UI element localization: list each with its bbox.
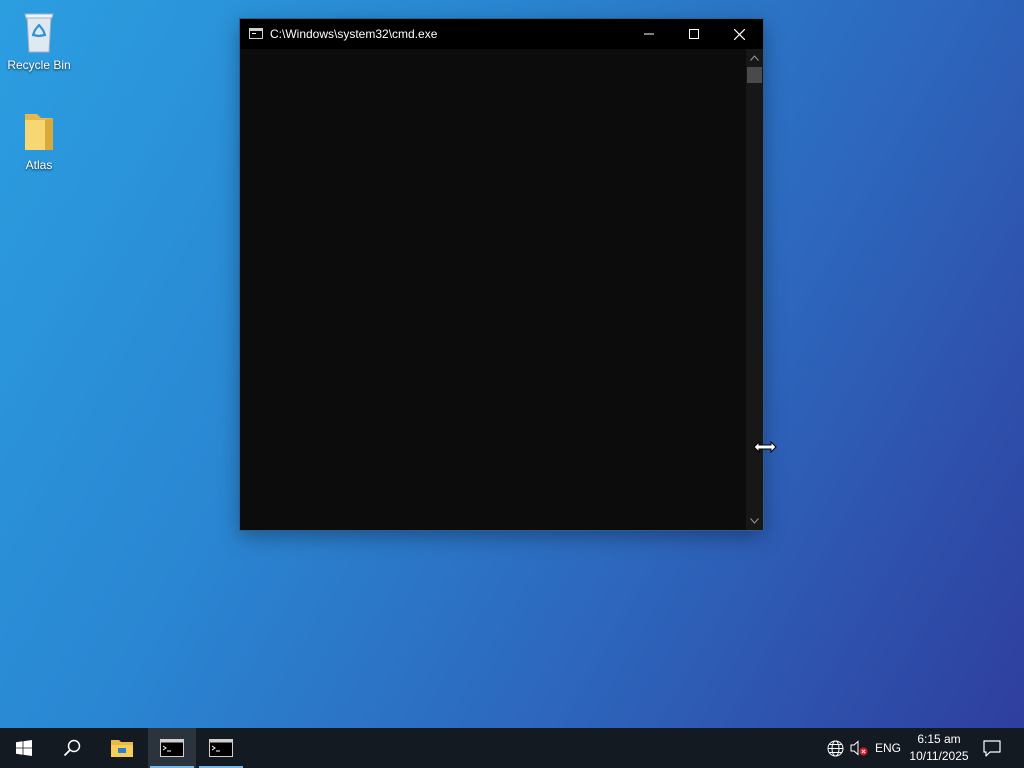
console-icon (160, 739, 184, 757)
window-title: C:\Windows\system32\cmd.exe (270, 27, 438, 41)
file-explorer-button[interactable] (98, 728, 146, 768)
close-button[interactable] (716, 19, 762, 49)
close-icon (733, 28, 745, 40)
volume-button[interactable] (848, 728, 870, 768)
scroll-up-button[interactable] (746, 51, 763, 65)
maximize-icon (689, 29, 699, 39)
minimize-icon (644, 33, 654, 35)
language-indicator[interactable]: ENG (873, 728, 903, 768)
chevron-up-icon (750, 55, 759, 61)
folder-icon (15, 108, 63, 156)
window-titlebar[interactable]: C:\Windows\system32\cmd.exe (240, 19, 763, 49)
resize-cursor-icon (753, 440, 777, 454)
search-button[interactable] (48, 728, 96, 768)
console-icon (209, 739, 233, 757)
folder-icon (111, 740, 133, 757)
recycle-bin-icon (15, 8, 63, 56)
desktop-icon-label: Atlas (25, 158, 53, 172)
vertical-scrollbar[interactable] (746, 49, 763, 530)
cmd-window[interactable]: C:\Windows\system32\cmd.exe (240, 19, 763, 530)
maximize-button[interactable] (671, 19, 717, 49)
scrollbar-thumb[interactable] (747, 67, 762, 83)
scroll-down-button[interactable] (746, 514, 763, 528)
clock-date: 10/11/2025 (909, 749, 969, 763)
chevron-down-icon (750, 518, 759, 524)
console-icon (249, 28, 263, 39)
taskbar: ENG 6:15 am 10/11/2025 (0, 728, 1024, 768)
clock-time: 6:15 am (917, 732, 961, 746)
desktop-icon-atlas[interactable]: Atlas (1, 108, 77, 172)
windows-logo-icon (16, 740, 32, 756)
taskbar-cmd-2[interactable] (197, 728, 245, 768)
minimize-button[interactable] (626, 19, 672, 49)
desktop-icon-recycle-bin[interactable]: Recycle Bin (1, 8, 77, 72)
console-output[interactable] (240, 49, 746, 530)
desktop-icon-label: Recycle Bin (7, 58, 71, 72)
clock[interactable]: 6:15 am 10/11/2025 (904, 731, 974, 765)
volume-muted-icon (850, 740, 868, 756)
action-center-icon (983, 739, 1001, 757)
taskbar-cmd-1[interactable] (148, 728, 196, 768)
action-center-button[interactable] (978, 728, 1006, 768)
start-button[interactable] (0, 728, 48, 768)
search-icon (63, 739, 81, 757)
network-globe-icon (827, 740, 843, 756)
network-button[interactable] (822, 728, 848, 768)
